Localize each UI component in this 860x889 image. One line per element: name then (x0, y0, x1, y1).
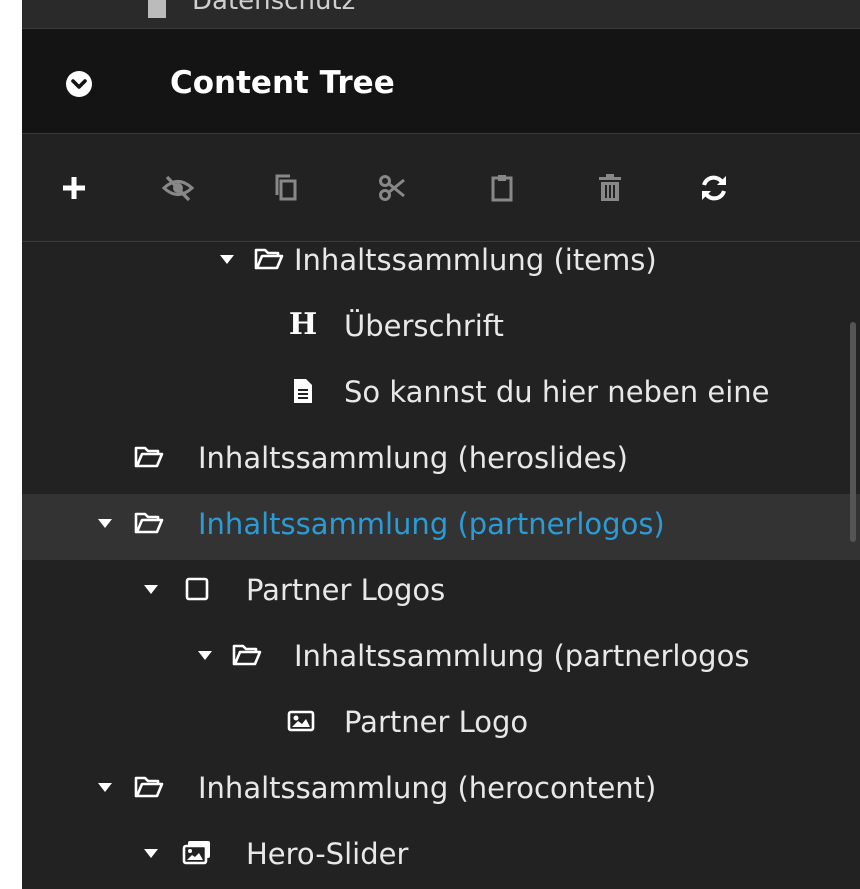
add-button[interactable] (56, 170, 92, 206)
tree-item-label: Überschrift (344, 309, 504, 343)
delete-button[interactable] (592, 170, 628, 206)
tree-item[interactable]: Inhaltssammlung (herocontent) (22, 758, 860, 824)
tree-item-label: Inhaltssammlung (partnerlogos) (198, 507, 665, 541)
panel-title: Content Tree (170, 65, 395, 101)
content-tree-panel: Datenschutz Content Tree Inhaltssammlung… (22, 0, 860, 889)
refresh-icon (702, 175, 726, 201)
tree-item[interactable]: Inhaltssammlung (items) (22, 230, 860, 296)
clipboard-icon (491, 175, 513, 202)
plus-icon (63, 177, 85, 199)
tree-item-label: Inhaltssammlung (partnerlogos (294, 639, 750, 673)
collapse-toggle-button[interactable] (66, 71, 92, 97)
caret-down-icon (144, 585, 158, 594)
tree-item[interactable]: Inhaltssammlung (heroslides) (22, 428, 860, 494)
tree-item[interactable]: So kannst du hier neben eine (22, 362, 860, 428)
tree-item-label: Inhaltssammlung (items) (294, 243, 657, 277)
tree-item-label: So kannst du hier neben eine (344, 375, 770, 409)
folder-open-icon (134, 442, 164, 472)
chevron-down-icon (71, 79, 87, 89)
caret-down-icon (98, 519, 112, 528)
tree-item-datenschutz[interactable]: Datenschutz (22, 0, 860, 28)
document-icon (148, 0, 166, 18)
caret-down-icon (98, 783, 112, 792)
folder-open-icon (134, 508, 164, 538)
tree-item[interactable]: H Überschrift (22, 296, 860, 362)
tree-item-label: Datenschutz (192, 0, 356, 16)
eye-slash-icon (161, 175, 195, 202)
document-icon (288, 376, 318, 406)
caret-down-icon (144, 849, 158, 858)
heading-icon: H (288, 307, 318, 342)
images-icon (182, 838, 212, 868)
content-tree: Inhaltssammlung (items) H Überschrift So… (22, 242, 860, 889)
caret-down-icon (220, 255, 234, 264)
cut-button[interactable] (374, 170, 410, 206)
tree-item[interactable]: Partner Logos (22, 560, 860, 626)
scissors-icon (379, 175, 405, 201)
paste-button[interactable] (484, 170, 520, 206)
folder-open-icon (232, 640, 262, 670)
tree-item-label: Partner Logos (246, 573, 446, 607)
scrollbar[interactable] (850, 322, 856, 542)
trash-icon (599, 174, 621, 201)
caret-down-icon (198, 651, 212, 660)
reload-button[interactable] (696, 170, 732, 206)
folder-open-icon (134, 772, 164, 802)
tree-item-label: Inhaltssammlung (herocontent) (198, 771, 657, 805)
image-icon (286, 706, 316, 736)
tree-item-selected[interactable]: Inhaltssammlung (partnerlogos) (22, 494, 860, 560)
hide-button[interactable] (160, 170, 196, 206)
tree-item-label: Inhaltssammlung (heroslides) (198, 441, 628, 475)
tree-toolbar (22, 134, 860, 242)
tree-item[interactable]: Inhaltssammlung (partnerlogos (22, 626, 860, 692)
tree-item-label: Hero-Slider (246, 837, 409, 871)
square-icon (182, 574, 212, 604)
copy-icon (275, 174, 297, 201)
tree-item[interactable]: Hero-Slider (22, 824, 860, 889)
tree-item[interactable]: Partner Logo (22, 692, 860, 758)
tree-item-label: Partner Logo (344, 705, 529, 739)
content-tree-header: Content Tree (22, 28, 860, 134)
folder-open-icon (254, 244, 284, 274)
copy-button[interactable] (268, 170, 304, 206)
